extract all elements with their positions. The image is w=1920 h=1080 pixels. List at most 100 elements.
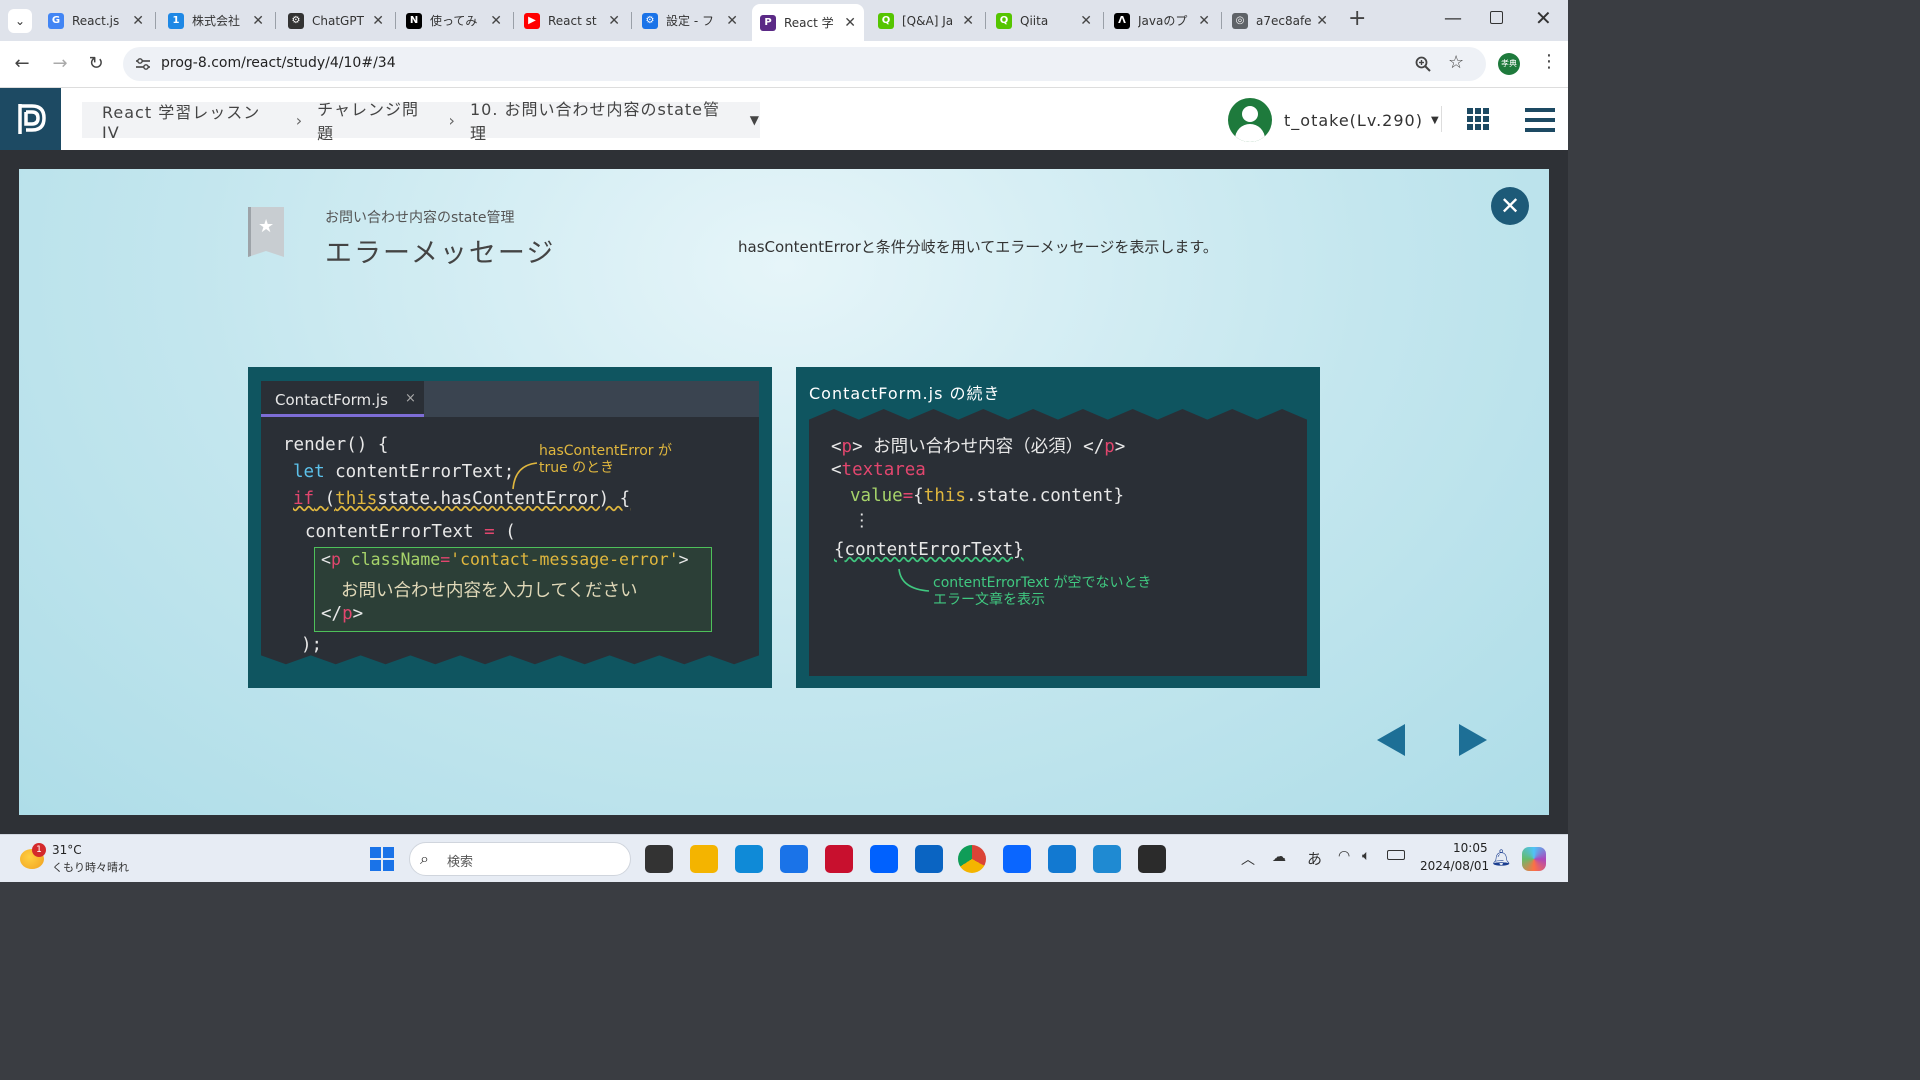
outlook-new-icon[interactable] [1048, 845, 1076, 873]
close-icon[interactable]: ✕ [1316, 13, 1328, 29]
user-avatar[interactable] [1228, 98, 1272, 142]
caret-down-icon[interactable]: ▼ [750, 113, 760, 127]
restore-button[interactable] [1490, 11, 1503, 24]
tab-favicon-icon: Λ [1114, 12, 1130, 29]
battery-icon[interactable] [1387, 850, 1405, 860]
editor-tab[interactable]: ContactForm.js × [261, 381, 424, 417]
chevron-right-icon: › [448, 110, 456, 130]
omnibox[interactable]: prog-8.com/react/study/4/10#/34 ☆ [123, 47, 1486, 81]
browser-tab[interactable]: Λ Javaのプ ✕ [1106, 6, 1218, 35]
zoom-icon[interactable] [1415, 56, 1431, 72]
browser-tab[interactable]: N 使ってみ ✕ [398, 6, 510, 35]
browser-tab[interactable]: ▶ React st ✕ [516, 6, 628, 35]
notification-bell-icon[interactable]: 🔔︎ [1491, 848, 1511, 867]
browser-tab[interactable]: Q Qiita ✕ [988, 6, 1100, 35]
dropbox-icon[interactable] [870, 845, 898, 873]
breadcrumb-current[interactable]: 10. お問い合わせ内容のstate管理 [470, 96, 734, 144]
volume-icon[interactable]: 🔈︎ [1362, 848, 1370, 864]
clock-date[interactable]: 2024/08/01 [1420, 859, 1489, 873]
close-icon[interactable]: ✕ [372, 13, 384, 29]
clock-time[interactable]: 10:05 [1453, 841, 1488, 855]
chevron-up-icon[interactable]: ︿ [1241, 849, 1255, 869]
tab-separator [1221, 12, 1222, 29]
close-icon[interactable]: ✕ [844, 15, 856, 31]
minimize-button[interactable]: — [1444, 8, 1462, 29]
site-info-icon[interactable] [135, 57, 151, 71]
tab-separator [155, 12, 156, 29]
browser-tab[interactable]: G React.js ✕ [40, 6, 152, 35]
close-icon[interactable]: ✕ [608, 13, 620, 29]
ime-indicator[interactable]: あ [1307, 848, 1322, 869]
taskbar-search[interactable]: ⌕ 検索 [409, 842, 631, 876]
close-icon[interactable]: ✕ [1080, 13, 1092, 29]
next-slide-button[interactable] [1459, 724, 1487, 756]
tab-favicon-icon: ▶ [524, 12, 540, 29]
hamburger-menu-icon[interactable] [1525, 108, 1555, 132]
chrome-icon[interactable] [958, 845, 986, 873]
onedrive-icon[interactable]: ☁ [1272, 849, 1286, 865]
bookmark-icon[interactable]: ★ [248, 207, 284, 257]
file-explorer-icon[interactable] [690, 845, 718, 873]
close-icon[interactable]: ✕ [1198, 13, 1210, 29]
browser-tab[interactable]: ◎ a7ec8afe ✕ [1224, 6, 1336, 35]
bookmark-star-icon[interactable]: ☆ [1448, 52, 1464, 73]
close-icon[interactable]: ✕ [490, 13, 502, 29]
tab-favicon-icon: G [48, 12, 64, 29]
weather-widget[interactable]: 1 31°C くもり時々晴れ [18, 843, 148, 877]
prev-slide-button[interactable] [1377, 724, 1405, 756]
close-icon[interactable]: × [405, 391, 416, 406]
browser-tab[interactable]: 1 株式会社 ✕ [160, 6, 272, 35]
user-name[interactable]: t_otake(Lv.290) [1284, 111, 1423, 130]
task-view-icon[interactable] [645, 845, 673, 873]
close-icon[interactable]: ✕ [1491, 187, 1529, 225]
user-menu[interactable]: t_otake(Lv.290) ▼ [1228, 98, 1439, 142]
progate-logo[interactable] [0, 88, 61, 150]
close-icon[interactable]: ✕ [252, 13, 264, 29]
browser-tab[interactable]: ⚙ 設定 - フ ✕ [634, 6, 746, 35]
close-window-button[interactable]: ✕ [1535, 6, 1552, 30]
forward-button[interactable]: → [48, 53, 72, 74]
code-line: お問い合わせ内容を入力してください [341, 581, 638, 601]
browser-tab[interactable]: Q [Q&A] Ja ✕ [870, 6, 982, 35]
apps-grid-icon[interactable] [1467, 108, 1489, 130]
browser-menu-icon[interactable]: ⋮ [1540, 51, 1558, 72]
weather-desc: くもり時々晴れ [52, 861, 129, 874]
tab-label: Qiita [1020, 13, 1049, 28]
tab-separator [395, 12, 396, 29]
close-icon[interactable]: ✕ [132, 13, 144, 29]
code-line: ); [301, 635, 323, 655]
store-icon[interactable] [780, 845, 808, 873]
power-automate-icon[interactable] [1003, 845, 1031, 873]
mcafee-icon[interactable] [825, 845, 853, 873]
browser-tab[interactable]: P React 学 ✕ [752, 4, 864, 41]
slide-title: エラーメッセージ [325, 238, 556, 269]
divider [1441, 106, 1442, 132]
tab-label: React 学 [784, 16, 834, 30]
browser-tab[interactable]: ⚙ ChatGPT ✕ [280, 6, 392, 35]
tab-search-button[interactable]: ⌄ [8, 9, 32, 33]
slide-modal: ★ お問い合わせ内容のstate管理 エラーメッセージ hasContentEr… [19, 169, 1549, 815]
new-tab-button[interactable]: + [1348, 6, 1366, 31]
close-icon[interactable]: ✕ [726, 13, 738, 29]
code-panel-left: ContactForm.js × render() { let contentE… [248, 367, 772, 688]
terminal-icon[interactable] [1138, 845, 1166, 873]
breadcrumb-lesson[interactable]: React 学習レッスン IV [102, 99, 282, 142]
tab-label: ChatGPT [312, 13, 364, 28]
copilot-icon[interactable] [1522, 847, 1546, 871]
annotation-note: hasContentError が true のとき [539, 443, 672, 476]
tab-favicon-icon: Q [878, 12, 894, 29]
url-text[interactable]: prog-8.com/react/study/4/10#/34 [161, 55, 396, 71]
wifi-icon[interactable]: ◠ [1338, 848, 1350, 864]
outlook-icon[interactable] [915, 845, 943, 873]
editor-tab-label: ContactForm.js [275, 391, 388, 409]
breadcrumb-challenge[interactable]: チャレンジ問題 [317, 96, 434, 144]
start-button[interactable] [370, 847, 394, 871]
caret-down-icon[interactable]: ▼ [1431, 115, 1439, 126]
close-icon[interactable]: ✕ [962, 13, 974, 29]
profile-avatar[interactable]: 孝典 [1498, 53, 1520, 75]
vscode-icon[interactable] [1093, 845, 1121, 873]
code-line: </p> [321, 604, 364, 624]
edge-icon[interactable] [735, 845, 763, 873]
back-button[interactable]: ← [10, 53, 34, 74]
reload-button[interactable]: ↻ [84, 53, 108, 74]
